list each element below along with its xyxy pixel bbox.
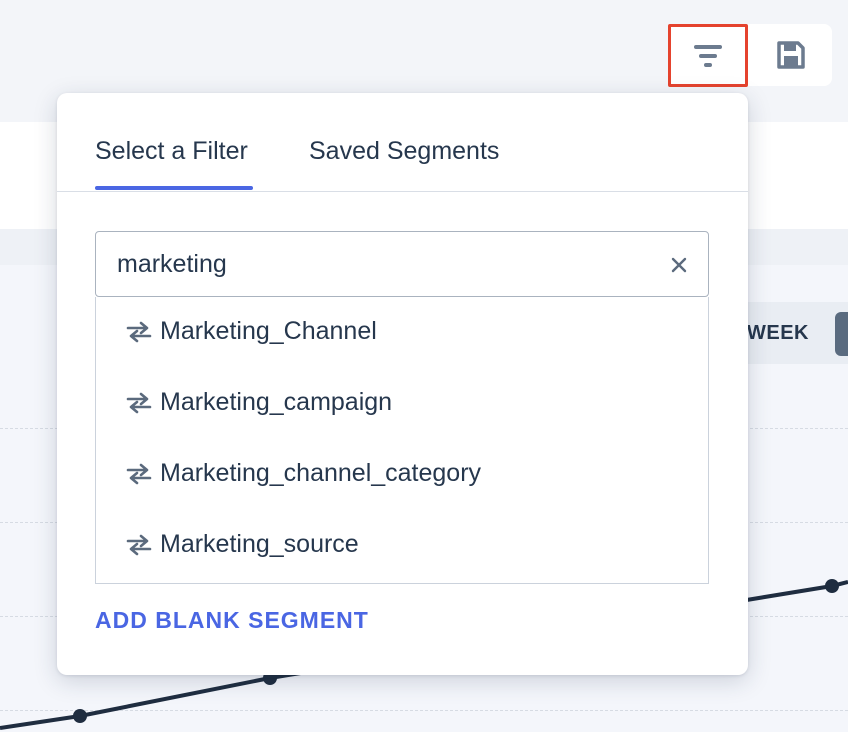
chart-point <box>825 579 839 593</box>
swap-arrows-icon <box>126 463 152 485</box>
tab-select-filter[interactable]: Select a Filter <box>95 137 248 166</box>
filter-results-list: Marketing_Channel Marketing_campaign Mar… <box>95 297 709 584</box>
swap-arrows-icon <box>126 321 152 343</box>
result-item-marketing-channel[interactable]: Marketing_Channel <box>96 297 708 367</box>
result-label[interactable]: Marketing_campaign <box>160 388 392 417</box>
active-tab-indicator <box>95 186 253 190</box>
filter-lines-icon <box>694 44 722 67</box>
close-icon[interactable] <box>668 254 690 276</box>
period-selector[interactable]: WEEK <box>741 302 848 364</box>
result-item-marketing-source[interactable]: Marketing_source <box>96 510 708 580</box>
filter-search-box[interactable] <box>95 231 709 297</box>
result-label[interactable]: Marketing_source <box>160 530 359 559</box>
swap-arrows-icon <box>126 392 152 414</box>
filter-button[interactable] <box>668 24 748 87</box>
save-button[interactable] <box>752 24 830 86</box>
result-label[interactable]: Marketing_channel_category <box>160 459 481 488</box>
chart-point <box>73 709 87 723</box>
floppy-disk-icon <box>777 41 805 69</box>
filter-popover: Select a Filter Saved Segments Marketing… <box>57 93 748 675</box>
result-label[interactable]: Marketing_Channel <box>160 317 377 346</box>
toolbar <box>668 24 832 87</box>
period-week-label[interactable]: WEEK <box>747 322 809 345</box>
filter-search-input[interactable] <box>117 245 657 283</box>
swap-arrows-icon <box>126 534 152 556</box>
popover-tabs: Select a Filter Saved Segments <box>57 93 748 192</box>
result-item-marketing-campaign[interactable]: Marketing_campaign <box>96 368 708 438</box>
add-blank-segment-button[interactable]: ADD BLANK SEGMENT <box>95 607 369 634</box>
tab-saved-segments[interactable]: Saved Segments <box>309 137 499 166</box>
period-toggle[interactable] <box>835 312 848 356</box>
result-item-marketing-channel-category[interactable]: Marketing_channel_category <box>96 439 708 509</box>
